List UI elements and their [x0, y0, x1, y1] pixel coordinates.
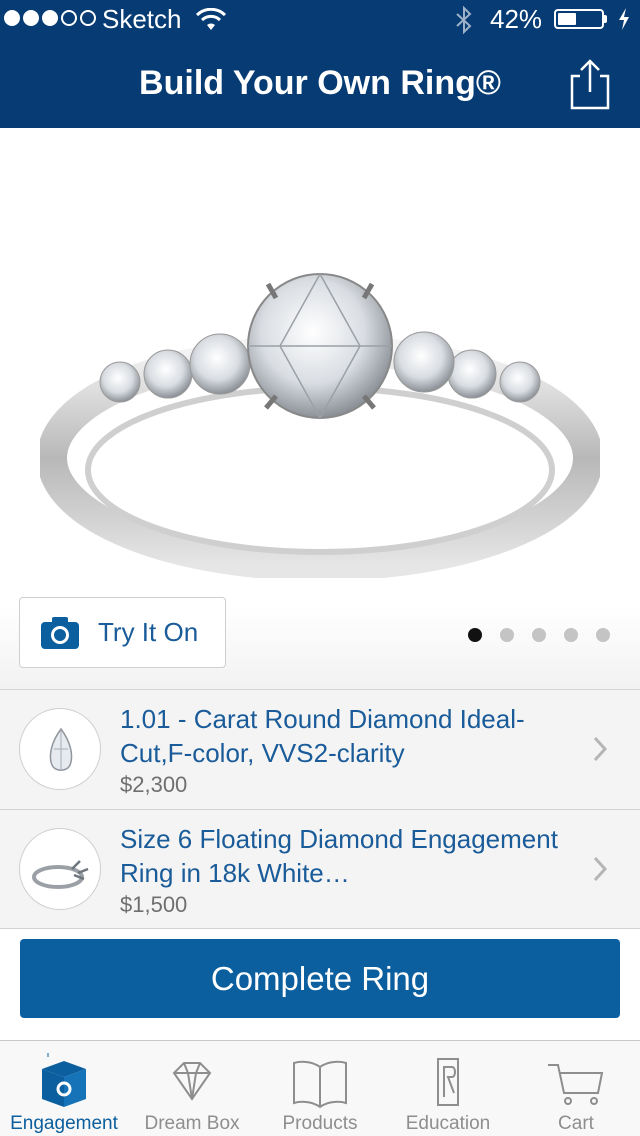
ring-box-icon: [42, 1053, 86, 1107]
diamond-thumbnail: [19, 708, 101, 790]
chevron-right-icon: [593, 856, 608, 882]
tab-label: Engagement: [10, 1113, 118, 1134]
tab-cart[interactable]: Cart: [512, 1041, 640, 1136]
diamond-title: 1.01 - Carat Round Diamond Ideal-Cut,F-c…: [120, 704, 525, 768]
tab-engagement[interactable]: Engagement: [0, 1041, 128, 1136]
page-indicator[interactable]: [468, 628, 610, 642]
charging-icon: [619, 8, 629, 30]
try-it-on-button[interactable]: Try It On: [19, 597, 226, 668]
monogram-icon: [437, 1058, 459, 1106]
ring-image: [40, 272, 600, 578]
tab-education[interactable]: Education: [384, 1041, 512, 1136]
carrier-name: Sketch: [102, 4, 182, 34]
setting-title: Size 6 Floating Diamond Engagement Ring …: [120, 824, 558, 888]
product-image-carousel[interactable]: Try It On: [0, 128, 640, 690]
list-item-setting[interactable]: Size 6 Floating Diamond Engagement Ring …: [0, 809, 640, 929]
chevron-right-icon: [593, 736, 608, 762]
list-item-diamond[interactable]: 1.01 - Carat Round Diamond Ideal-Cut,F-c…: [0, 689, 640, 809]
page-title: Build Your Own Ring®: [139, 64, 501, 102]
tab-label: Products: [282, 1113, 358, 1134]
setting-price: $1,500: [120, 892, 188, 917]
tab-label: Dream Box: [144, 1113, 240, 1134]
wifi-icon: [196, 8, 226, 30]
diamond-price: $2,300: [120, 772, 188, 797]
try-it-on-label: Try It On: [98, 617, 199, 647]
battery-percent: 42%: [490, 4, 543, 34]
page-dot[interactable]: [564, 628, 578, 642]
complete-ring-button[interactable]: Complete Ring: [20, 939, 620, 1018]
diamond-icon: [172, 1062, 212, 1101]
tab-label: Cart: [558, 1113, 594, 1134]
camera-icon: [41, 616, 79, 649]
page-dot[interactable]: [596, 628, 610, 642]
battery-icon: [554, 9, 604, 29]
cart-icon: [548, 1064, 604, 1105]
selection-list: 1.01 - Carat Round Diamond Ideal-Cut,F-c…: [0, 689, 640, 929]
book-icon: [293, 1060, 347, 1109]
page-dot[interactable]: [500, 628, 514, 642]
tab-products[interactable]: Products: [256, 1041, 384, 1136]
signal-strength-icon: [4, 10, 96, 26]
page-dot[interactable]: [532, 628, 546, 642]
bluetooth-icon: [456, 6, 472, 34]
tab-label: Education: [405, 1113, 491, 1134]
status-bar: Sketch 42%: [0, 0, 640, 40]
share-icon[interactable]: [566, 58, 614, 110]
navigation-bar: Sketch 42% Build Your Own Ring®: [0, 0, 640, 128]
tab-bar: Engagement Dream Box Products Education …: [0, 1040, 640, 1136]
setting-thumbnail: [19, 828, 101, 910]
tab-dream-box[interactable]: Dream Box: [128, 1041, 256, 1136]
page-dot[interactable]: [468, 628, 482, 642]
